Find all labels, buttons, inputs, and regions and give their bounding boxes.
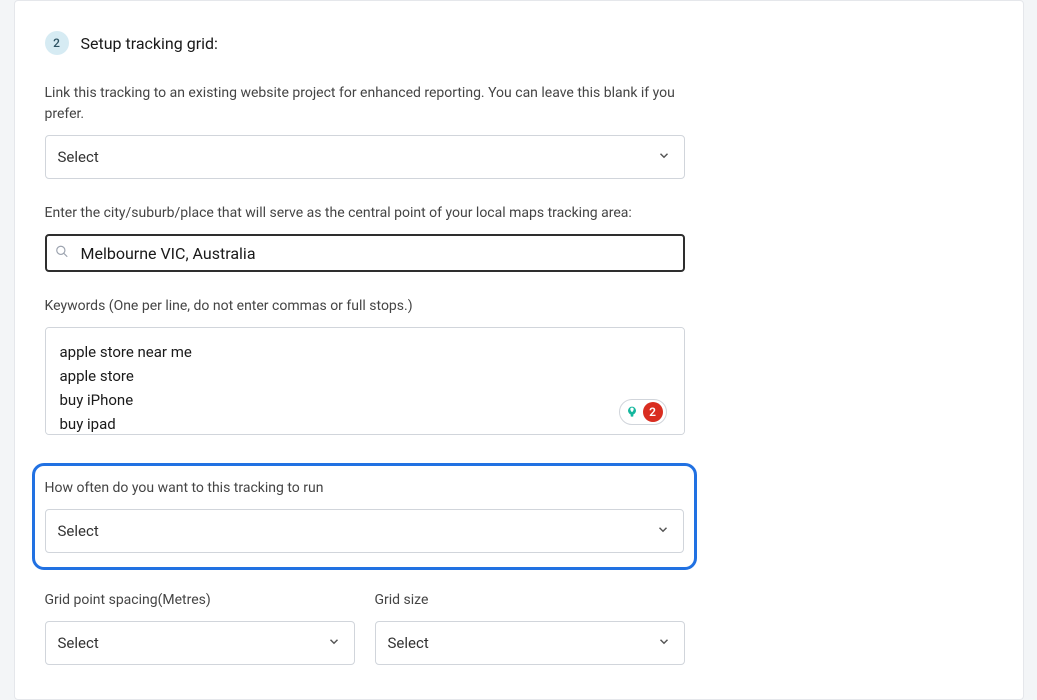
lightbulb-icon <box>623 403 641 421</box>
setup-card: 2 Setup tracking grid: Link this trackin… <box>14 0 1024 700</box>
gridsize-label: Grid size <box>375 590 685 611</box>
step-header: 2 Setup tracking grid: <box>45 31 993 55</box>
grammar-badge[interactable]: 2 <box>619 399 667 425</box>
location-field: Enter the city/suburb/place that will se… <box>45 203 685 272</box>
keywords-label: Keywords (One per line, do not enter com… <box>45 296 685 317</box>
spacing-select[interactable]: Select <box>45 621 355 665</box>
location-input[interactable] <box>45 234 685 272</box>
project-select[interactable]: Select <box>45 135 685 179</box>
grid-options-row: Grid point spacing(Metres) Select Grid s… <box>45 590 993 689</box>
frequency-select[interactable]: Select <box>45 509 684 553</box>
frequency-highlight: How often do you want to this tracking t… <box>32 463 697 570</box>
gridsize-field: Grid size Select <box>375 590 685 665</box>
project-field: Link this tracking to an existing websit… <box>45 83 685 179</box>
keywords-textarea[interactable]: apple store near me apple store buy iPho… <box>45 327 685 435</box>
step-number-badge: 2 <box>45 31 69 55</box>
location-label: Enter the city/suburb/place that will se… <box>45 203 685 224</box>
step-title: Setup tracking grid: <box>81 34 218 53</box>
frequency-field: How often do you want to this tracking t… <box>45 478 684 553</box>
spacing-label: Grid point spacing(Metres) <box>45 590 355 611</box>
keywords-field: Keywords (One per line, do not enter com… <box>45 296 685 439</box>
project-label: Link this tracking to an existing websit… <box>45 83 685 125</box>
gridsize-select[interactable]: Select <box>375 621 685 665</box>
spacing-field: Grid point spacing(Metres) Select <box>45 590 355 665</box>
grammar-count: 2 <box>643 402 663 422</box>
frequency-label: How often do you want to this tracking t… <box>45 478 684 499</box>
